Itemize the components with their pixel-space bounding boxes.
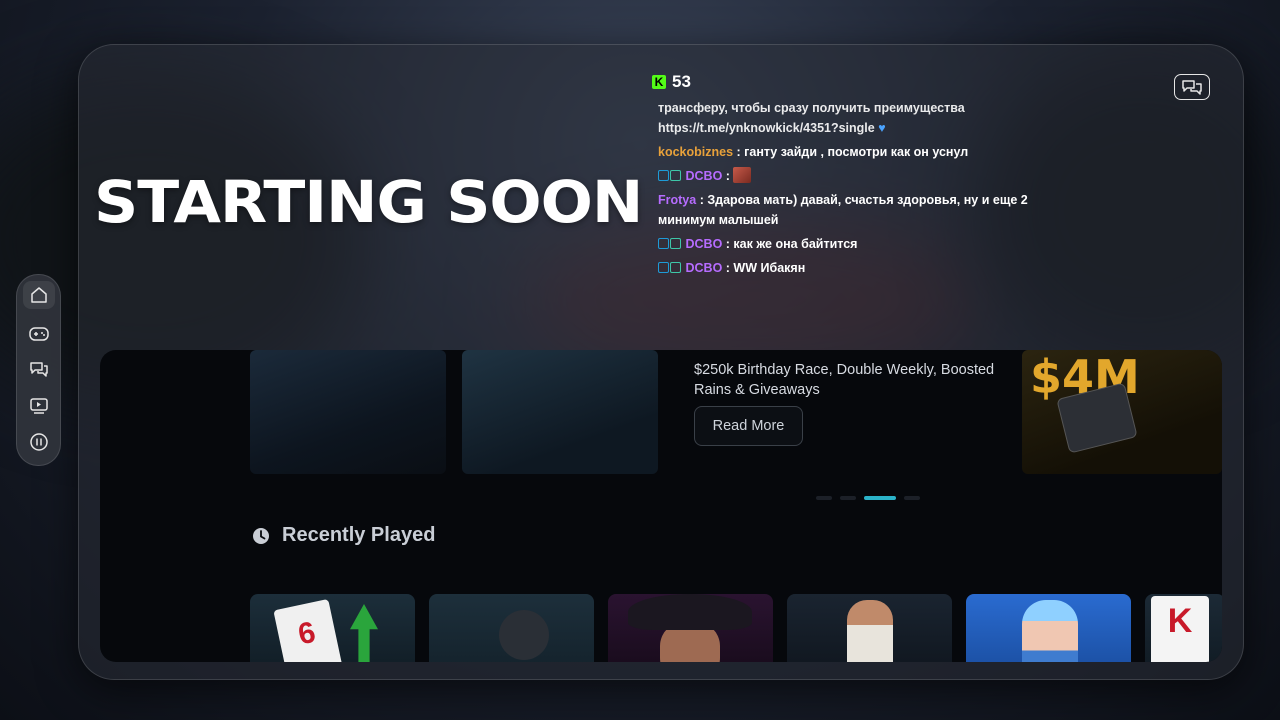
section-title: Recently Played [282, 524, 436, 546]
kick-logo-icon: K [652, 75, 666, 89]
carousel-dot[interactable] [816, 496, 832, 500]
chat-overlay: K 53 трансферу, чтобы сразу получить пре… [640, 62, 1230, 312]
gamepad-icon [28, 327, 49, 341]
chat-bubbles-icon [1182, 80, 1202, 95]
recently-played-heading: Recently Played [252, 524, 435, 547]
chat-message-text: Здарова мать) давай, счастья здоровья, н… [658, 193, 1028, 227]
chat-separator: : [736, 145, 745, 159]
nav-video-button[interactable] [25, 395, 53, 417]
chat-username[interactable]: DCBO [685, 237, 722, 251]
game-tile-king-card[interactable]: K [1145, 594, 1222, 662]
nav-chat-button[interactable] [25, 359, 53, 381]
dealer-figure-icon [847, 600, 893, 662]
nav-games-button[interactable] [25, 323, 53, 345]
stream-headline: STARTING SOON [94, 168, 643, 236]
carousel-dot[interactable] [840, 496, 856, 500]
pause-icon [29, 433, 48, 451]
chat-message: DCBO : [658, 166, 1068, 186]
carousel-dots [816, 496, 920, 500]
chat-message: DCBO : WW Ибакян [658, 258, 1068, 278]
promo-banner-image[interactable] [462, 350, 658, 474]
video-icon [29, 398, 48, 414]
gift-badge-icon [670, 238, 681, 249]
side-nav-rail [16, 274, 61, 466]
fedora-hat-icon [628, 594, 752, 630]
game-tile-card-arrow[interactable]: 6 [250, 594, 415, 662]
game-tile-bomb[interactable] [429, 594, 594, 662]
chat-message: трансферу, чтобы сразу получить преимуще… [658, 98, 1068, 138]
blue-heart-icon: ♥ [878, 121, 886, 135]
subscriber-badge-icon [658, 238, 669, 249]
chat-username[interactable]: DCBO [685, 261, 722, 275]
nav-pause-button[interactable] [25, 431, 53, 453]
viewer-count-group: K 53 [652, 72, 691, 92]
gift-badge-icon [670, 262, 681, 273]
game-tile-dealer[interactable] [787, 594, 952, 662]
chat-icon [29, 362, 48, 377]
chat-username[interactable]: Frotya [658, 193, 696, 207]
chat-username[interactable]: DCBO [685, 169, 722, 183]
chat-message-text: ганту зайди , посмотри как он уснул [744, 145, 969, 159]
bomb-icon [499, 610, 549, 660]
game-tile-ice-queen[interactable] [966, 594, 1131, 662]
emote-icon [733, 167, 752, 183]
chat-message-text: трансферу, чтобы сразу получить преимуще… [658, 101, 965, 135]
nav-home-button[interactable] [22, 281, 55, 309]
six-card-icon: 6 [273, 598, 343, 662]
viewer-count: 53 [672, 72, 691, 91]
chat-message: kockobiznes : ганту зайди , посмотри как… [658, 142, 1068, 162]
chat-username[interactable]: kockobiznes [658, 145, 733, 159]
subscriber-badge-icon [658, 170, 669, 181]
subscriber-badge-icon [658, 262, 669, 273]
chat-message-text: как же она байтится [733, 237, 858, 251]
chat-message: Frotya : Здарова мать) давай, счастья зд… [658, 190, 1068, 230]
casino-site-panel: $250k Birthday Race, Double Weekly, Boos… [100, 350, 1222, 662]
chat-message: DCBO : как же она байтится [658, 234, 1068, 254]
recently-played-list: 6 K [250, 594, 1222, 662]
chat-toggle-button[interactable] [1174, 74, 1210, 100]
gift-badge-icon [670, 170, 681, 181]
read-more-button[interactable]: Read More [694, 406, 803, 446]
chat-separator: : [725, 169, 734, 183]
game-tile-gangster[interactable] [608, 594, 773, 662]
promo-banner-image[interactable] [250, 350, 521, 474]
chat-messages: трансферу, чтобы сразу получить преимуще… [658, 98, 1068, 282]
home-icon [30, 287, 47, 303]
promo-banner-image[interactable]: $4M [1022, 350, 1222, 474]
carousel-dot[interactable] [904, 496, 920, 500]
clock-icon [253, 527, 269, 544]
chat-message-text: WW Ибакян [733, 261, 806, 275]
promo-description: $250k Birthday Race, Double Weekly, Boos… [694, 362, 995, 398]
king-card-icon: K [1151, 596, 1209, 662]
ice-queen-figure-icon [1022, 600, 1078, 662]
up-arrow-icon [350, 604, 378, 662]
carousel-dot-active[interactable] [864, 496, 896, 500]
